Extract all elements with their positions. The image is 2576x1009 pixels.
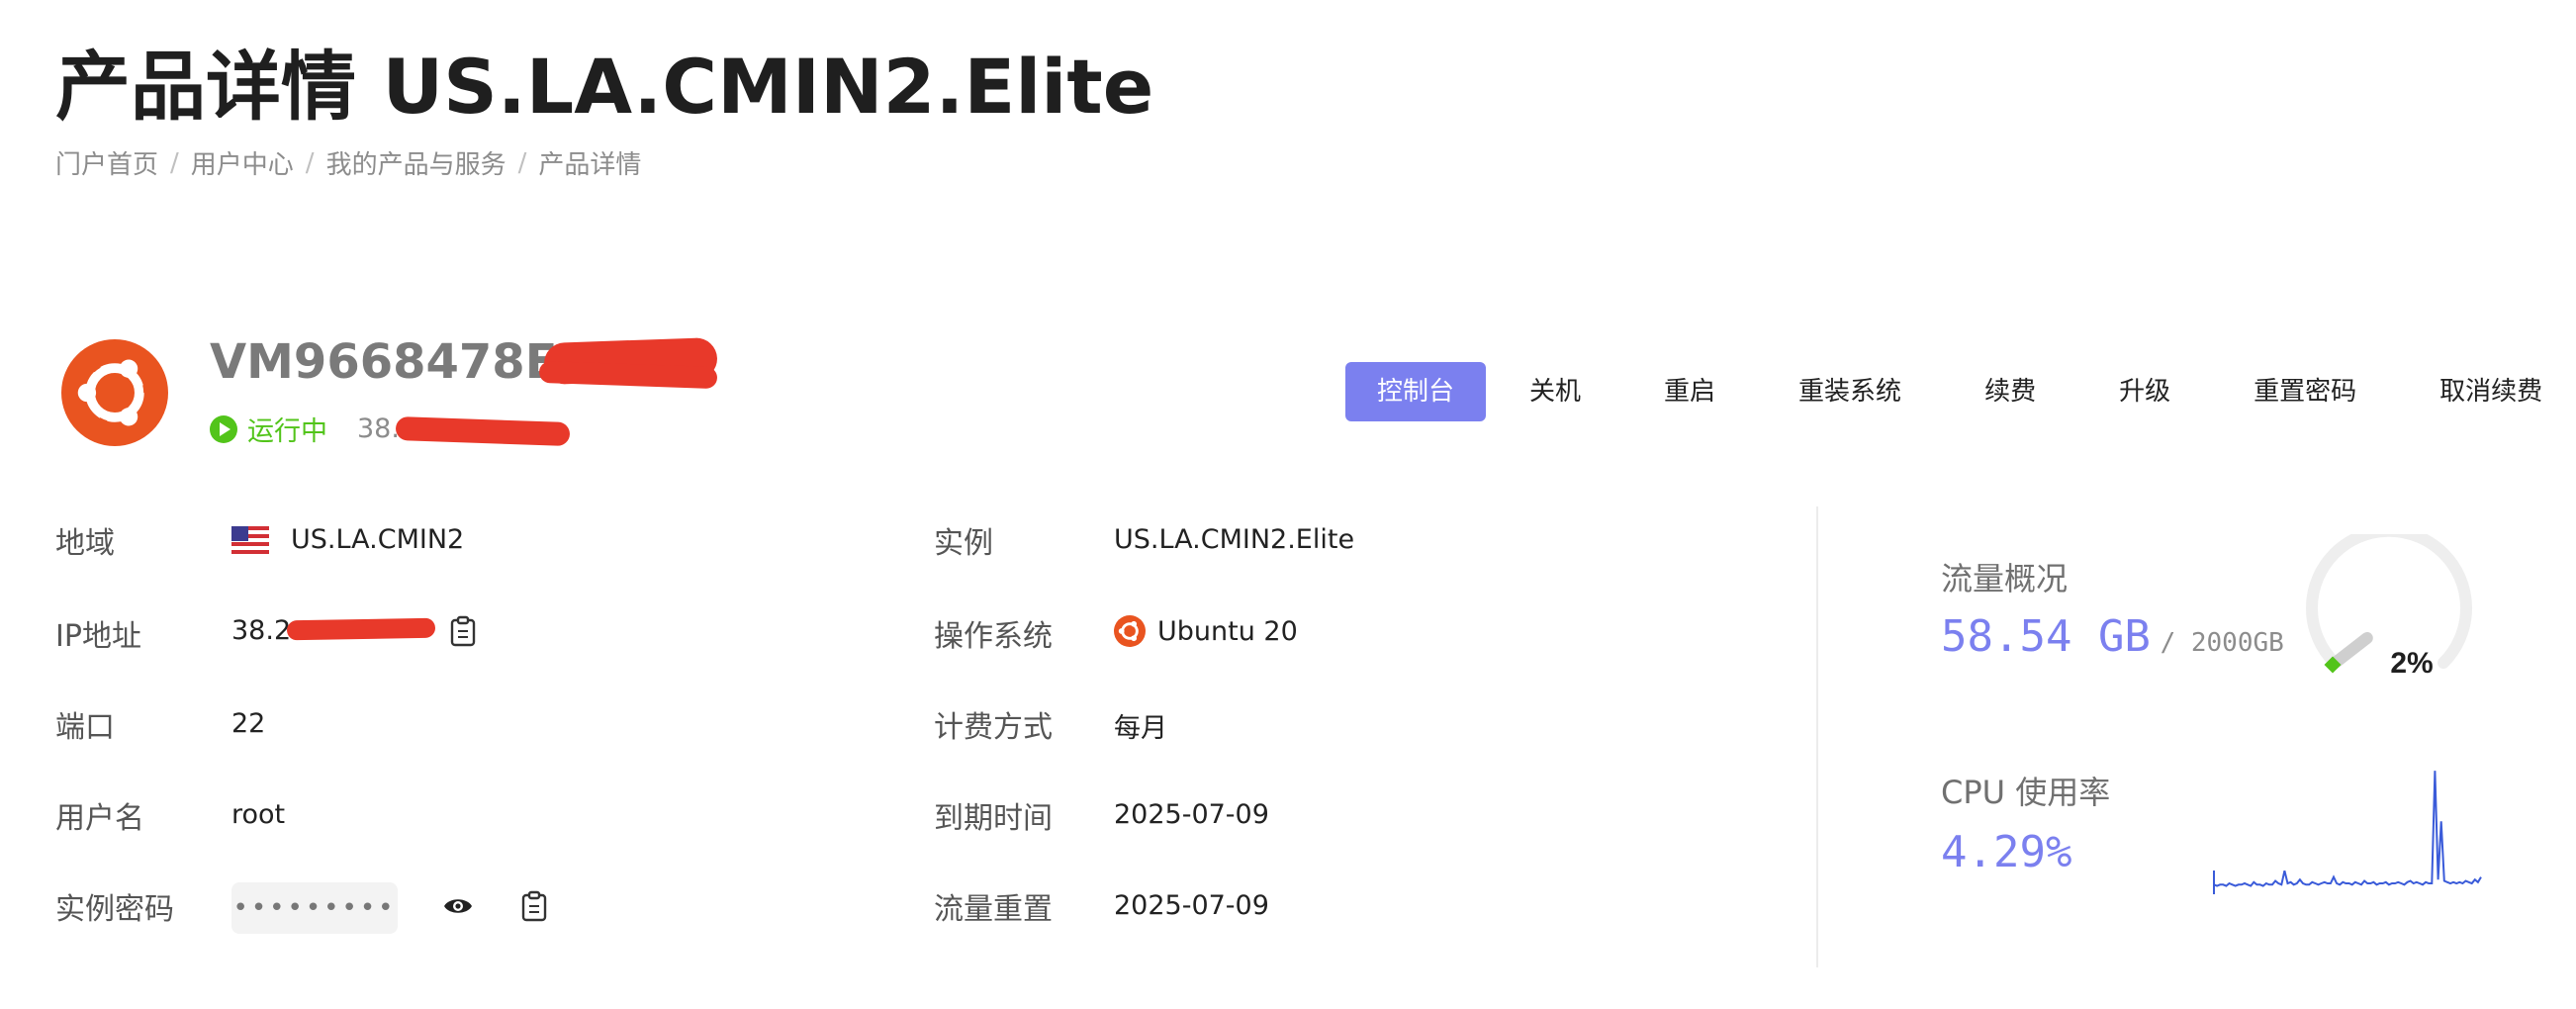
- instance-label: 实例: [934, 526, 993, 561]
- region-text: US.LA.CMIN2: [291, 524, 465, 555]
- os-text: Ubuntu 20: [1157, 615, 1298, 647]
- instance-status: 运行中 38.: [210, 410, 400, 448]
- cancel-renewal-button[interactable]: 取消续费: [2418, 362, 2564, 421]
- port-label: 端口: [55, 710, 115, 745]
- cpu-title: CPU 使用率: [1941, 774, 2111, 811]
- redaction-mark: [395, 415, 571, 447]
- billing-value: 每月: [1114, 713, 1167, 744]
- running-status-icon: [210, 414, 237, 443]
- ubuntu-small-icon: [1114, 615, 1146, 647]
- breadcrumb: 门户首页 / 用户中心 / 我的产品与服务 / 产品详情: [55, 144, 641, 181]
- os-value: Ubuntu 20: [1114, 615, 1298, 647]
- ip-value: 38.2: [231, 615, 291, 646]
- console-button[interactable]: 控制台: [1345, 362, 1487, 421]
- renew-button[interactable]: 续费: [1963, 362, 2058, 421]
- upgrade-button[interactable]: 升级: [2097, 362, 2192, 421]
- region-label: 地域: [55, 526, 115, 561]
- status-text: 运行中: [247, 416, 327, 447]
- username-label: 用户名: [55, 801, 144, 836]
- cpu-sparkline-line: [2213, 771, 2482, 887]
- breadcrumb-portal-home[interactable]: 门户首页: [55, 144, 158, 181]
- ip-label: IP地址: [55, 619, 141, 654]
- page-title: 产品详情 US.LA.CMIN2.Elite: [55, 43, 1154, 131]
- traffic-reset-value: 2025-07-09: [1114, 890, 1269, 921]
- instance-password-label: 实例密码: [55, 892, 174, 927]
- traffic-total-value: / 2000GB: [2160, 628, 2284, 658]
- instance-value: US.LA.CMIN2.Elite: [1114, 524, 1355, 555]
- region-value: US.LA.CMIN2: [231, 524, 464, 555]
- shutdown-button[interactable]: 关机: [1508, 362, 1603, 421]
- cpu-percent: 4.29%: [1941, 827, 2072, 877]
- traffic-percent: 2%: [2390, 647, 2433, 680]
- traffic-title: 流量概况: [1941, 560, 2069, 597]
- reset-password-button[interactable]: 重置密码: [2232, 362, 2378, 421]
- traffic-reset-label: 流量重置: [934, 892, 1053, 927]
- section-divider: [1816, 506, 1818, 967]
- reinstall-os-button[interactable]: 重装系统: [1777, 362, 1923, 421]
- username-value: root: [231, 799, 286, 830]
- breadcrumb-current: 产品详情: [538, 150, 642, 180]
- cpu-usage-value: 4.29%: [1941, 827, 2071, 877]
- billing-label: 计费方式: [934, 710, 1053, 745]
- ip-text: 38.2: [231, 615, 292, 646]
- os-label: 操作系统: [934, 619, 1053, 654]
- cpu-sparkline-chart: [2213, 771, 2482, 894]
- restart-button[interactable]: 重启: [1642, 362, 1737, 421]
- breadcrumb-my-products[interactable]: 我的产品与服务: [326, 144, 506, 181]
- port-value: 22: [231, 708, 266, 739]
- breadcrumb-separator: /: [305, 147, 315, 178]
- us-flag-icon: [231, 525, 269, 554]
- redaction-mark: [286, 617, 436, 641]
- expiry-value: 2025-07-09: [1114, 799, 1269, 830]
- breadcrumb-user-center[interactable]: 用户中心: [191, 144, 294, 181]
- gauge-needle: [2327, 632, 2373, 671]
- show-password-eye-icon[interactable]: [443, 894, 473, 918]
- header-ip-address: 38.: [357, 413, 400, 444]
- traffic-used-value: 58.54 GB: [1941, 611, 2151, 662]
- action-toolbar: 控制台 关机 重启 重装系统 续费 升级 重置密码 取消续费: [1345, 362, 2564, 421]
- breadcrumb-separator: /: [517, 147, 527, 178]
- traffic-usage: 58.54 GB / 2000GB: [1941, 611, 2284, 662]
- traffic-gauge: 2%: [2306, 534, 2472, 680]
- breadcrumb-separator: /: [170, 147, 179, 178]
- copy-password-clipboard-icon[interactable]: [520, 890, 548, 922]
- copy-ip-clipboard-icon[interactable]: [449, 615, 477, 647]
- expiry-label: 到期时间: [934, 801, 1053, 836]
- instance-password-field: •••••••••: [231, 882, 398, 934]
- ubuntu-logo-icon: [61, 339, 168, 446]
